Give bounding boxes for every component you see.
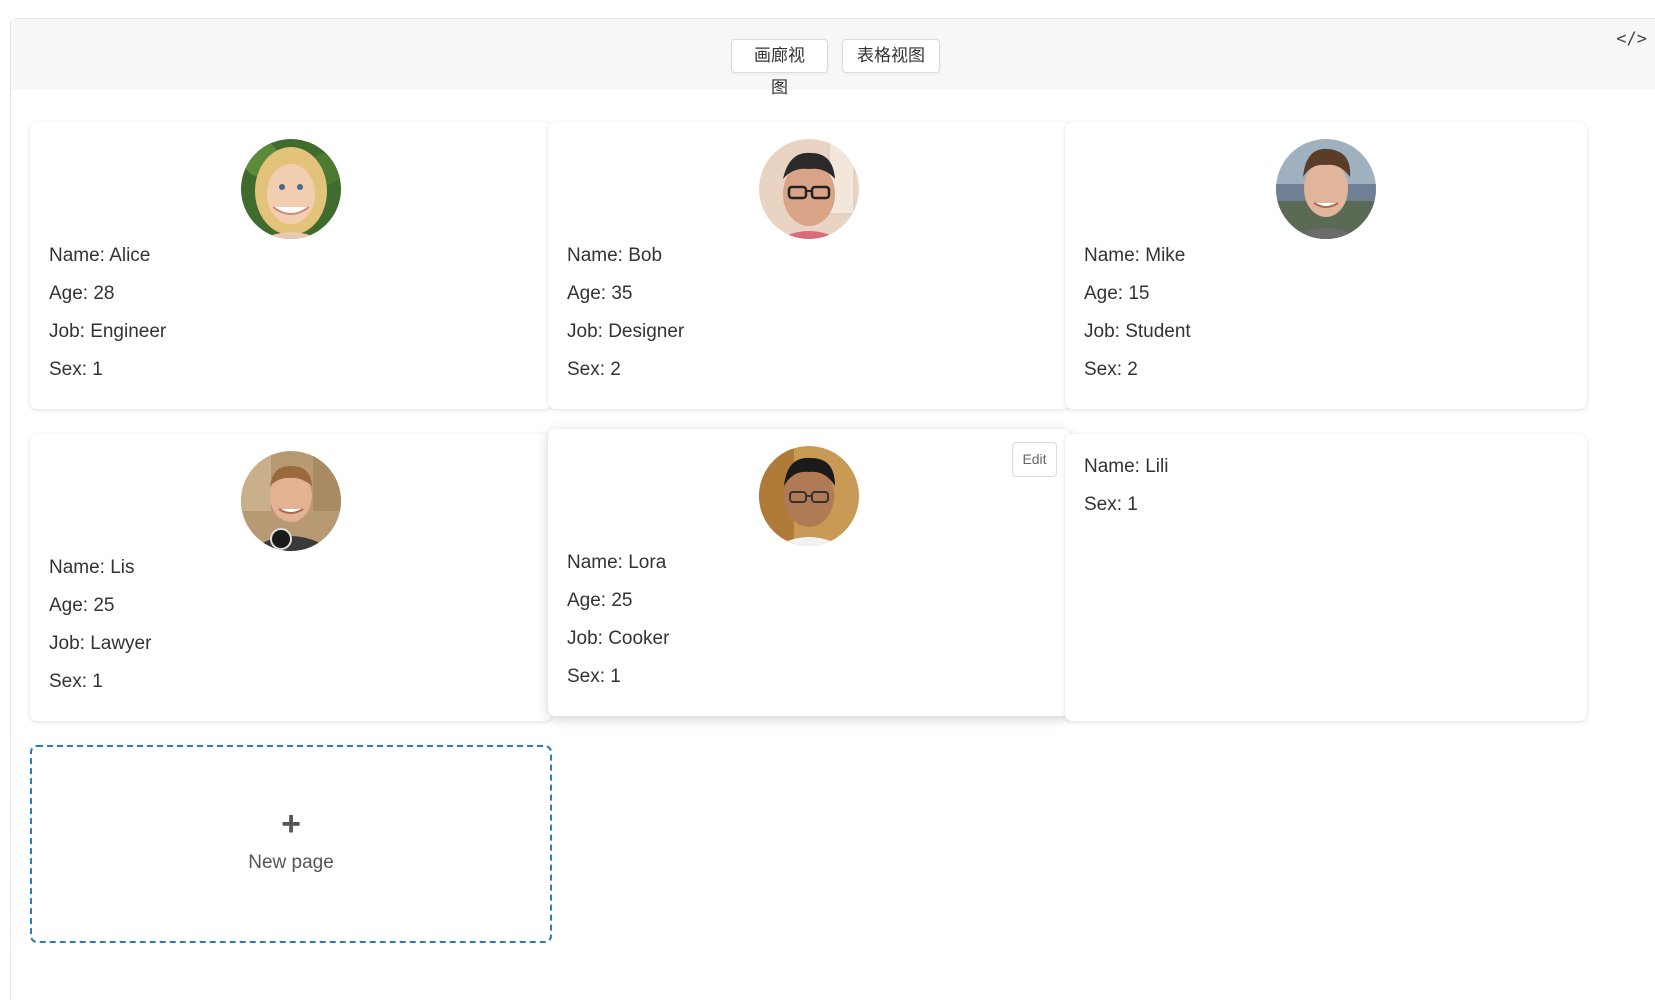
new-page-label: New page: [248, 852, 334, 873]
card-name: Name: Mike: [1084, 245, 1186, 266]
view-toolbar: 画廊视图 表格视图 </>: [11, 19, 1655, 98]
card-name: Name: Alice: [49, 245, 151, 266]
code-icon[interactable]: </>: [1616, 29, 1647, 49]
card-name: Name: Lili: [1084, 456, 1169, 477]
avatar-man-glasses-dark: [759, 446, 859, 546]
card-job: Job: Student: [1084, 321, 1191, 342]
edit-button[interactable]: Edit: [1012, 442, 1057, 477]
card-age: Age: 35: [567, 283, 633, 304]
card-name: Name: Lis: [49, 557, 135, 578]
plus-icon: +: [281, 805, 301, 843]
gallery-frame: 画廊视图 表格视图 </> Name: Alice Age: 28 Job: E…: [10, 18, 1655, 1000]
avatar-young-man: [1276, 139, 1376, 239]
card-age: Age: 25: [567, 590, 633, 611]
card-sex: Sex: 2: [567, 359, 621, 380]
avatar-man-glasses: [759, 139, 859, 239]
card-sex: Sex: 1: [49, 671, 103, 692]
card-alice[interactable]: Name: Alice Age: 28 Job: Engineer Sex: 1: [30, 122, 552, 409]
card-job: Job: Designer: [567, 321, 685, 342]
card-job: Job: Cooker: [567, 628, 670, 649]
card-sex: Sex: 1: [567, 666, 621, 687]
card-job: Job: Engineer: [49, 321, 167, 342]
gallery-view-button[interactable]: 画廊视图: [731, 39, 828, 98]
card-age: Age: 25: [49, 595, 115, 616]
card-lora[interactable]: Edit Name: Lora Age: 25 Job: Cooker Sex:…: [548, 429, 1070, 716]
card-job: Job: Lawyer: [49, 633, 152, 654]
card-sex: Sex: 1: [1084, 494, 1138, 515]
card-sex: Sex: 2: [1084, 359, 1138, 380]
table-view-button[interactable]: 表格视图: [842, 39, 940, 73]
avatar-blonde-woman: [241, 139, 341, 239]
avatar-smiling-man: [241, 451, 341, 551]
card-sex: Sex: 1: [49, 359, 103, 380]
card-name: Name: Lora: [567, 552, 667, 573]
card-mike[interactable]: Name: Mike Age: 15 Job: Student Sex: 2: [1065, 122, 1587, 409]
card-age: Age: 15: [1084, 283, 1150, 304]
card-bob[interactable]: Name: Bob Age: 35 Job: Designer Sex: 2: [548, 122, 1070, 409]
new-page-button[interactable]: + New page: [30, 745, 552, 943]
card-age: Age: 28: [49, 283, 115, 304]
card-lis[interactable]: Name: Lis Age: 25 Job: Lawyer Sex: 1: [30, 434, 552, 721]
card-name: Name: Bob: [567, 245, 663, 266]
card-lili[interactable]: Name: Lili Sex: 1: [1065, 434, 1587, 721]
